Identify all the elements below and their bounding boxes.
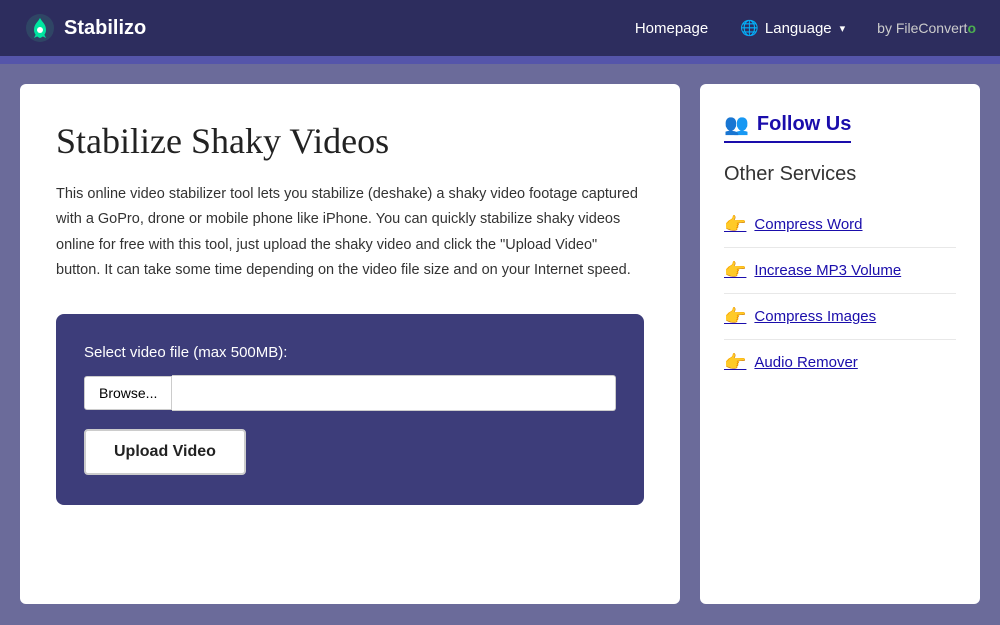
- other-services-title: Other Services: [724, 163, 956, 186]
- service-link-audio-remover[interactable]: 👉 Audio Remover: [724, 340, 956, 385]
- brand-name: Stabilizo: [64, 17, 146, 40]
- nav-links: Homepage 🌐 Language ▾: [635, 19, 845, 37]
- file-name-input[interactable]: [172, 375, 616, 411]
- follow-us-link[interactable]: 👥 Follow Us: [724, 112, 851, 143]
- left-panel: Stabilize Shaky Videos This online video…: [20, 84, 680, 604]
- service-label-compress-images: Compress Images: [754, 308, 876, 325]
- browse-button[interactable]: Browse...: [84, 376, 172, 410]
- brand-logo[interactable]: Stabilizo: [24, 12, 146, 44]
- service-label-compress-word: Compress Word: [754, 216, 862, 233]
- service-emoji-compress-word: 👉: [724, 214, 746, 235]
- content-wrapper: Stabilize Shaky Videos This online video…: [10, 84, 990, 604]
- nav-language[interactable]: 🌐 Language ▾: [740, 19, 845, 37]
- service-emoji-audio-remover: 👉: [724, 352, 746, 373]
- services-list: 👉 Compress Word 👉 Increase MP3 Volume 👉 Compr…: [724, 202, 956, 385]
- page-description: This online video stabilizer tool lets y…: [56, 182, 644, 284]
- right-panel: 👥 Follow Us Other Services 👉 Compress Wor…: [700, 84, 980, 604]
- by-fileconverto: by FileConverto: [877, 20, 976, 36]
- accent-bar: [0, 56, 1000, 64]
- service-link-compress-images[interactable]: 👉 Compress Images: [724, 294, 956, 340]
- service-label-audio-remover: Audio Remover: [754, 354, 857, 371]
- upload-label: Select video file (max 500MB):: [84, 344, 616, 361]
- chevron-down-icon: ▾: [840, 22, 846, 35]
- language-label: Language: [765, 20, 832, 37]
- follow-us-label: Follow Us: [757, 113, 851, 136]
- globe-icon: 🌐: [740, 19, 759, 37]
- service-link-increase-mp3[interactable]: 👉 Increase MP3 Volume: [724, 248, 956, 294]
- service-emoji-compress-images: 👉: [724, 306, 746, 327]
- nav-homepage[interactable]: Homepage: [635, 20, 708, 37]
- upload-video-button[interactable]: Upload Video: [84, 429, 246, 475]
- navbar: Stabilizo Homepage 🌐 Language ▾ by FileC…: [0, 0, 1000, 56]
- service-link-compress-word[interactable]: 👉 Compress Word: [724, 202, 956, 248]
- follow-us-emoji: 👥: [724, 112, 749, 137]
- page-title: Stabilize Shaky Videos: [56, 120, 644, 162]
- brand-highlight: o: [967, 20, 976, 36]
- file-input-row: Browse...: [84, 375, 616, 411]
- rocket-icon: [24, 12, 56, 44]
- service-emoji-increase-mp3: 👉: [724, 260, 746, 281]
- service-label-increase-mp3: Increase MP3 Volume: [754, 262, 901, 279]
- upload-box: Select video file (max 500MB): Browse...…: [56, 314, 644, 505]
